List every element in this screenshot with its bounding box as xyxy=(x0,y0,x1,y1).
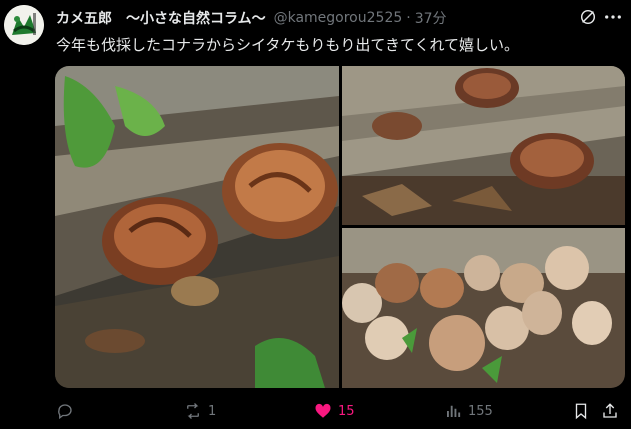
more-icon[interactable] xyxy=(603,7,623,27)
retweet-icon xyxy=(187,403,199,419)
reply-button[interactable] xyxy=(56,398,80,424)
views-icon xyxy=(447,405,461,417)
action-bar: 1 15 155 xyxy=(56,398,621,424)
heart-icon xyxy=(315,403,331,418)
photo-mushrooms-on-log[interactable] xyxy=(55,66,339,388)
author-name[interactable]: カメ五郎 〜小さな自然コラム〜 xyxy=(56,8,266,28)
retweet-count: 1 xyxy=(208,403,217,419)
like-button[interactable]: 15 xyxy=(314,398,355,424)
grok-icon[interactable] xyxy=(579,8,597,26)
photo-harvested-mushrooms[interactable] xyxy=(342,228,625,388)
share-button[interactable] xyxy=(601,398,619,424)
bookmark-button[interactable] xyxy=(572,398,590,424)
view-count: 155 xyxy=(468,403,493,419)
share-icon xyxy=(603,403,617,418)
like-count: 15 xyxy=(338,403,355,419)
timestamp[interactable]: 37分 xyxy=(415,8,447,28)
separator-dot: · xyxy=(406,10,411,26)
photo-mushrooms-on-bark[interactable] xyxy=(342,66,625,225)
reply-icon xyxy=(58,404,72,420)
author-handle[interactable]: @kamegorou2525 xyxy=(274,10,403,26)
avatar[interactable] xyxy=(4,5,44,45)
bookmark-icon xyxy=(575,403,587,420)
media-grid[interactable] xyxy=(55,66,625,388)
retweet-button[interactable]: 1 xyxy=(184,398,216,424)
tweet-text: 今年も伐採したコナラからシイタケもりもり出てきてくれて嬉しい。 xyxy=(56,36,520,54)
views-button[interactable]: 155 xyxy=(444,398,493,424)
tweet-header: カメ五郎 〜小さな自然コラム〜 @kamegorou2525 · 37分 xyxy=(56,8,621,28)
